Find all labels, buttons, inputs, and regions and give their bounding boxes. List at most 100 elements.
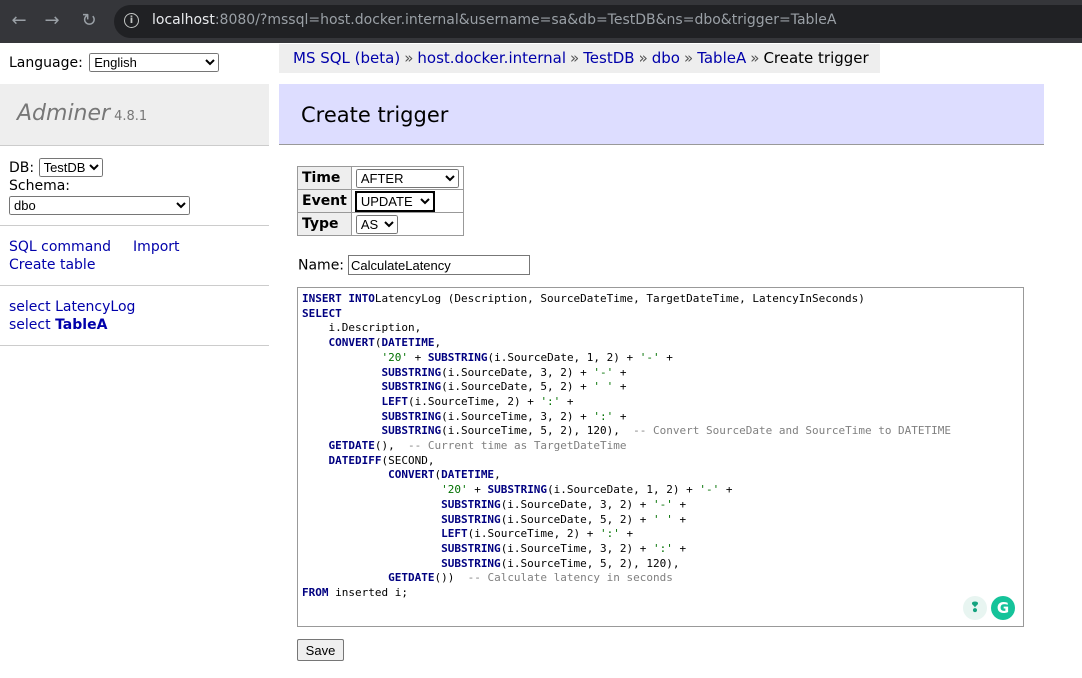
create-table-link[interactable]: Create table — [9, 257, 95, 273]
app-name[interactable]: Adminer — [17, 101, 110, 126]
sql-line: SUBSTRING(i.SourceTime, 3, 2) + ':' + — [302, 409, 627, 423]
sql-line: DATEDIFF(SECOND, — [302, 454, 435, 467]
sql-line: SUBSTRING(i.SourceDate, 3, 2) + '-' + — [302, 498, 686, 511]
trigger-name-input[interactable] — [348, 255, 531, 275]
table-link-active[interactable]: TableA — [55, 317, 107, 333]
page-title: Create trigger — [301, 103, 449, 127]
db-select[interactable]: TestDB — [38, 158, 103, 177]
table-link[interactable]: LatencyLog — [55, 299, 135, 315]
type-label: Type — [297, 212, 352, 236]
sql-text: (i.SourceDate, 1, 2) + — [547, 483, 700, 497]
sql-string: ':' — [600, 527, 620, 541]
lightbulb-icon[interactable]: ❢ — [963, 596, 987, 620]
select-link[interactable]: select — [9, 299, 51, 315]
table-row: Event UPDATE — [297, 189, 464, 213]
time-select[interactable]: AFTER — [355, 168, 459, 188]
sql-text: (i.SourceTime, 2) + — [467, 527, 601, 541]
type-select[interactable]: AS — [355, 214, 398, 234]
sql-comment: -- Convert SourceDate and SourceTime to … — [633, 424, 952, 438]
language-select[interactable]: English — [89, 53, 220, 72]
breadcrumb-separator: » — [570, 49, 580, 67]
address-bar[interactable]: i localhost:8080/?mssql=host.docker.inte… — [114, 5, 1082, 38]
save-button[interactable]: Save — [297, 639, 344, 661]
breadcrumb-driver[interactable]: MS SQL (beta) — [293, 49, 400, 67]
name-label: Name: — [298, 257, 345, 274]
table-list-item: select LatencyLog — [9, 298, 135, 316]
sql-text: (i.SourceDate, 3, 2) + — [500, 497, 654, 511]
breadcrumb-separator: » — [404, 49, 414, 67]
app-logo[interactable]: Adminer 4.8.1 — [17, 101, 147, 126]
import-link[interactable]: Import — [133, 239, 179, 255]
breadcrumb-table[interactable]: TableA — [697, 49, 746, 67]
url-path: :8080/?mssql=host.docker.internal&userna… — [214, 12, 837, 28]
sql-keyword: CONVERT — [388, 468, 435, 482]
site-info-icon[interactable]: i — [124, 13, 139, 28]
type-cell: AS — [350, 212, 464, 236]
sql-line: INSERT INTOLatencyLog (Description, Sour… — [302, 292, 865, 305]
sql-keyword: SUBSTRING — [441, 556, 501, 570]
sql-line: SUBSTRING(i.SourceDate, 5, 2) + ' ' + — [302, 513, 686, 526]
url-host: localhost — [152, 12, 215, 28]
sql-string: '-' — [639, 350, 660, 364]
sql-text: + — [659, 350, 673, 364]
sql-text: + — [719, 483, 733, 497]
breadcrumb-database[interactable]: TestDB — [583, 49, 634, 67]
sql-text: + — [619, 527, 634, 541]
sql-editor[interactable]: INSERT INTOLatencyLog (Description, Sour… — [297, 287, 1024, 627]
browser-toolbar: ← → ↻ i localhost:8080/?mssql=host.docke… — [0, 0, 1082, 43]
grammarly-widget[interactable]: ❢ G — [963, 596, 1017, 620]
sql-keyword: SUBSTRING — [381, 424, 442, 438]
select-link[interactable]: select — [9, 317, 51, 333]
language-selector: Language: English — [9, 53, 220, 72]
sql-text: + — [613, 409, 627, 423]
sql-command-link[interactable]: SQL command — [9, 239, 111, 255]
sql-text: + — [613, 380, 627, 394]
sql-line: LEFT(i.SourceTime, 2) + ':' + — [302, 394, 573, 408]
breadcrumb-current: Create trigger — [763, 49, 869, 67]
sql-line: SUBSTRING(i.SourceTime, 5, 2), 120), -- … — [302, 424, 951, 437]
breadcrumb-schema[interactable]: dbo — [652, 49, 680, 67]
divider — [0, 285, 269, 286]
schema-select[interactable]: dbo — [9, 196, 190, 215]
sql-text: (i.SourceTime, 3, 2) + — [441, 409, 594, 423]
name-row: Name: — [298, 255, 531, 275]
language-label: Language: — [9, 55, 83, 71]
page-header: Create trigger — [279, 84, 1044, 145]
grammarly-icon[interactable]: G — [991, 596, 1015, 620]
forward-icon[interactable]: → — [40, 10, 64, 32]
url-text: localhost:8080/?mssql=host.docker.intern… — [152, 12, 837, 28]
sql-keyword: GETDATE — [328, 439, 375, 453]
sql-text: (i.SourceDate, 5, 2) + — [441, 380, 594, 394]
reload-icon[interactable]: ↻ — [77, 10, 101, 32]
divider — [0, 225, 269, 226]
sql-comment: -- Current time as TargetDateTime — [407, 439, 627, 453]
event-select[interactable]: UPDATE — [354, 190, 435, 212]
divider — [0, 345, 269, 346]
sql-text: (i.SourceTime, 5, 2), 120), — [500, 556, 680, 570]
sql-text: LatencyLog (Description, SourceDateTime,… — [374, 292, 865, 305]
back-icon[interactable]: ← — [7, 10, 31, 32]
table-row: Time AFTER — [297, 166, 464, 190]
sql-text: (i.SourceTime, 5, 2), 120), — [441, 424, 634, 438]
sql-keyword: SUBSTRING — [441, 541, 501, 555]
schema-label: Schema: — [9, 178, 71, 194]
sql-string: ':' — [653, 541, 673, 555]
sql-line: SUBSTRING(i.SourceTime, 5, 2), 120), — [302, 556, 680, 570]
sql-keyword: CONVERT — [328, 336, 375, 350]
sql-string: ':' — [540, 394, 561, 408]
sql-code[interactable]: INSERT INTOLatencyLog (Description, Sour… — [298, 288, 1023, 601]
sql-text: (i.SourceDate, 3, 2) + — [441, 365, 594, 379]
sql-comment: -- Calculate latency in seconds — [467, 571, 673, 585]
sql-line: LEFT(i.SourceTime, 2) + ':' + — [302, 527, 633, 540]
sql-text: + — [407, 350, 428, 364]
sql-keyword: DATETIME — [441, 468, 495, 482]
app-version[interactable]: 4.8.1 — [114, 109, 147, 124]
sql-line: SELECT — [302, 307, 342, 320]
breadcrumb-server[interactable]: host.docker.internal — [417, 49, 566, 67]
app-header: Adminer 4.8.1 — [0, 84, 269, 146]
